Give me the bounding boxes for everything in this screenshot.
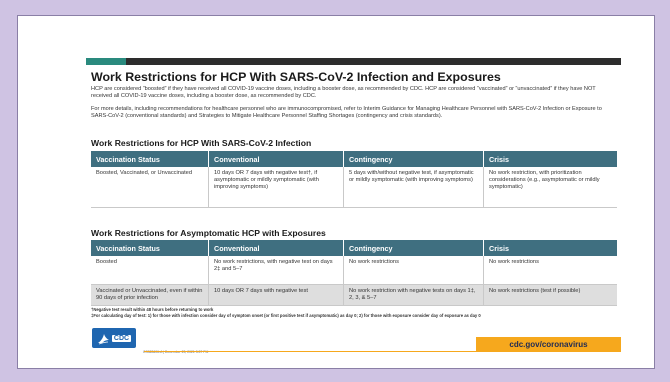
column-header: Crisis	[483, 240, 617, 256]
cdc-logo-text: CDC	[111, 334, 132, 342]
footnote: †Negative test result within 48 hours be…	[91, 307, 214, 312]
table-cell: Boosted, Vaccinated, or Unvaccinated	[91, 167, 209, 208]
table-cell: 10 days OR 7 days with negative test†, i…	[208, 167, 344, 208]
footer-url[interactable]: cdc.gov/coronavirus	[476, 337, 621, 352]
table-cell: No work restrictions	[483, 256, 617, 285]
cdc-logo: CDC	[92, 328, 136, 348]
table-cell: 5 days with/without negative test, if as…	[343, 167, 484, 208]
table-cell: No work restrictions, with negative test…	[208, 256, 344, 285]
exposure-table: Vaccination Status Conventional Continge…	[91, 240, 617, 306]
top-bar-accent	[86, 58, 126, 65]
hhs-eagle-icon	[97, 333, 109, 344]
column-header: Vaccination Status	[91, 240, 209, 256]
column-header: Conventional	[208, 240, 344, 256]
column-header: Contingency	[343, 151, 484, 167]
column-header: Crisis	[483, 151, 617, 167]
slide-frame: Work Restrictions for HCP With SARS-CoV-…	[17, 15, 655, 369]
table-cell: Boosted	[91, 256, 209, 285]
page-title: Work Restrictions for HCP With SARS-CoV-…	[91, 70, 501, 84]
table-cell: Vaccinated or Unvaccinated, even if with…	[91, 284, 209, 306]
document-page: Work Restrictions for HCP With SARS-CoV-…	[86, 58, 621, 358]
column-header: Conventional	[208, 151, 344, 167]
table-cell: No work restriction with negative tests …	[343, 284, 484, 306]
intro-paragraph: HCP are considered “boosted” if they hav…	[91, 86, 596, 100]
details-paragraph: For more details, including recommendati…	[91, 106, 602, 120]
infection-table: Vaccination Status Conventional Continge…	[91, 151, 617, 208]
table-row: Boosted No work restrictions, with negat…	[91, 256, 617, 285]
footnote: ‡For calculating day of test: 1) for tho…	[91, 313, 481, 318]
table-cell: No work restriction, with prioritization…	[483, 167, 617, 208]
table-cell: No work restrictions	[343, 256, 484, 285]
table-cell: No work restrictions (test if possible)	[483, 284, 617, 306]
table-header-row: Vaccination Status Conventional Continge…	[91, 151, 617, 167]
table-cell: 10 days OR 7 days with negative test	[208, 284, 344, 306]
column-header: Vaccination Status	[91, 151, 209, 167]
exposure-table-heading: Work Restrictions for Asymptomatic HCP w…	[91, 228, 326, 238]
table-row: Vaccinated or Unvaccinated, even if with…	[91, 284, 617, 306]
infection-table-heading: Work Restrictions for HCP With SARS-CoV-…	[91, 138, 312, 148]
table-row: Boosted, Vaccinated, or Unvaccinated 10 …	[91, 167, 617, 208]
table-header-row: Vaccination Status Conventional Continge…	[91, 240, 617, 256]
top-bar	[86, 58, 621, 65]
footer-divider	[144, 351, 476, 352]
column-header: Contingency	[343, 240, 484, 256]
